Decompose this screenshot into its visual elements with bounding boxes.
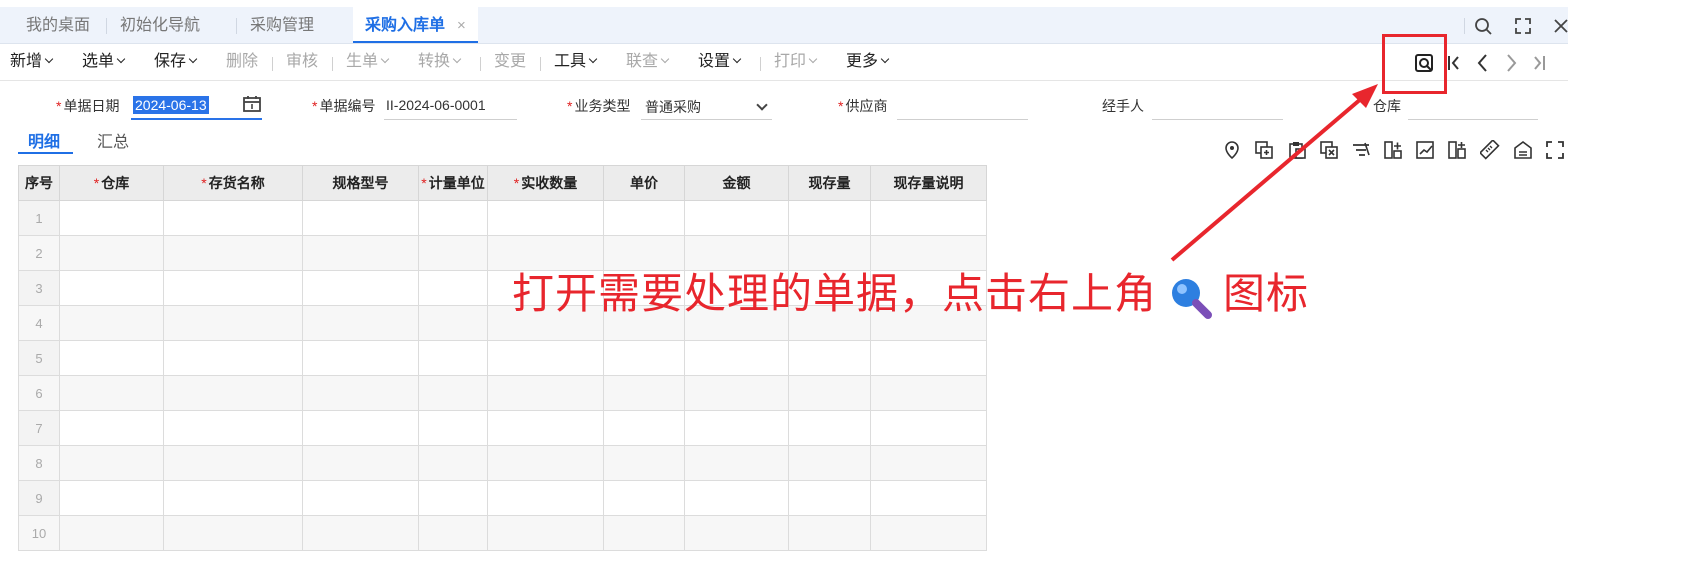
annotation-highlight-box: [1382, 34, 1447, 94]
annotation-text-end: 图标: [1223, 269, 1310, 318]
annotation-text-main: 打开需要处理的单据，点击右上角: [512, 269, 1158, 318]
magnifier-icon: [1172, 279, 1213, 319]
annotation-text: 打开需要处理的单据，点击右上角 图标: [512, 260, 1309, 321]
